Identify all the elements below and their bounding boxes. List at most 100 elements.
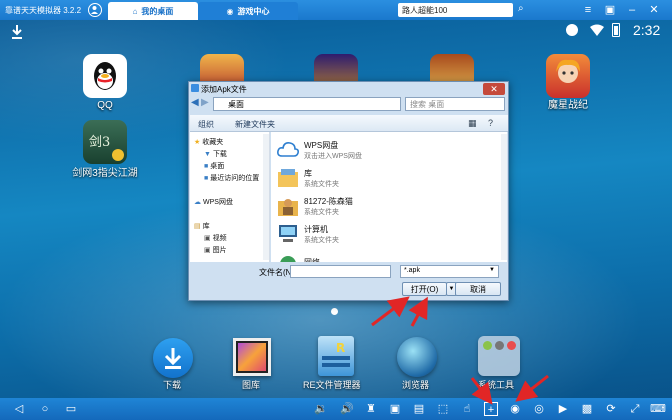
re-file-manager-label: RE文件管理器 bbox=[303, 380, 361, 390]
add-apk-icon[interactable]: + bbox=[484, 402, 498, 416]
nav-favorites[interactable]: ★ 收藏夹 bbox=[194, 136, 269, 148]
browser-app-label: 浏览器 bbox=[402, 380, 430, 390]
re-file-manager-icon[interactable]: R bbox=[318, 336, 354, 376]
close-icon[interactable]: ✕ bbox=[646, 3, 662, 17]
open-button[interactable]: 打开(O) bbox=[402, 282, 447, 296]
cancel-button[interactable]: 取消 bbox=[455, 282, 501, 296]
filetype-value: *.apk bbox=[404, 267, 420, 274]
search-input[interactable]: 路人超能100 bbox=[398, 3, 513, 17]
status-time: 2:32 bbox=[633, 22, 661, 38]
svg-text:剑3: 剑3 bbox=[89, 134, 110, 150]
screenshot-icon[interactable]: ▣ bbox=[388, 402, 402, 416]
video-icon: ▣ bbox=[204, 235, 211, 242]
location-icon[interactable]: ◉ bbox=[508, 402, 522, 416]
filetype-select[interactable]: *.apk ▼ bbox=[400, 265, 499, 278]
skin-icon[interactable]: ▣ bbox=[602, 3, 618, 17]
file-list: WPS网盘 双击进入WPS网盘 库系统文件夹 81272-陈森猫 系统文件夹 计算机… bbox=[271, 132, 507, 262]
recent-folder-icon: ■ bbox=[204, 174, 209, 182]
tab-game-center-label: 游戏中心 bbox=[237, 6, 270, 16]
new-folder-button[interactable]: 新建文件夹 bbox=[235, 119, 275, 130]
title-bar: 靠谱天天模拟器 3.2.2 ⌂ 我的桌面 ◉ 游戏中心 路人超能100 ⌕ ≡ … bbox=[0, 0, 672, 20]
menu-icon[interactable]: ≡ bbox=[580, 3, 596, 17]
view-icon[interactable]: ▦ bbox=[468, 118, 477, 129]
qq-app-icon[interactable] bbox=[83, 54, 127, 98]
tab-game-center[interactable]: ◉ 游戏中心 bbox=[198, 2, 298, 20]
home-icon[interactable]: ○ bbox=[38, 402, 52, 416]
wifi-icon bbox=[590, 24, 604, 36]
tab-my-desktop-label: 我的桌面 bbox=[141, 6, 174, 16]
list-item[interactable]: 库系统文件夹 bbox=[277, 164, 477, 192]
nav-downloads[interactable]: ▼ 下载 bbox=[204, 148, 269, 160]
rotate-icon[interactable]: ⟳ bbox=[604, 402, 618, 416]
nav-pictures[interactable]: ▣ 图片 bbox=[204, 244, 269, 256]
qq-app-label: QQ bbox=[97, 100, 113, 111]
filename-input[interactable] bbox=[290, 265, 391, 278]
network-icon bbox=[280, 256, 296, 262]
chevron-down-icon: ▼ bbox=[489, 267, 495, 273]
shake-icon[interactable]: ▩ bbox=[580, 402, 594, 416]
help-icon[interactable]: ? bbox=[488, 118, 493, 128]
app-title: 靠谱天天模拟器 3.2.2 bbox=[5, 6, 82, 15]
system-tools-folder-icon[interactable] bbox=[478, 336, 520, 376]
nav-recent[interactable]: ■ 最近访问的位置 bbox=[204, 172, 269, 184]
dialog-close-button[interactable]: ✕ bbox=[483, 83, 505, 95]
address-bar[interactable]: 桌面 bbox=[213, 97, 401, 111]
volume-up-icon[interactable]: 🔊 bbox=[340, 402, 354, 416]
star-icon: ★ bbox=[194, 139, 201, 146]
moxing-app-label: 魔星战纪 bbox=[548, 100, 588, 111]
keyboard-icon[interactable]: ⌨ bbox=[650, 402, 666, 416]
system-tools-label: 系统工具 bbox=[478, 380, 515, 390]
search-icon[interactable]: ⌕ bbox=[518, 3, 524, 14]
back-icon[interactable]: ◁ bbox=[12, 402, 26, 416]
dialog-search-input[interactable]: 搜索 桌面 bbox=[405, 97, 505, 111]
library-folder-icon bbox=[278, 169, 298, 187]
page-indicator-dot[interactable] bbox=[331, 308, 338, 315]
nav-scrollbar[interactable] bbox=[263, 134, 269, 260]
touch-icon[interactable]: ☝ bbox=[460, 402, 474, 416]
moxing-app-icon[interactable] bbox=[546, 54, 590, 98]
dialog-title: 添加Apk文件 bbox=[201, 85, 247, 94]
minimize-icon[interactable]: – bbox=[624, 3, 640, 17]
list-scrollbar[interactable] bbox=[501, 134, 507, 260]
nav-videos[interactable]: ▣ 视频 bbox=[204, 232, 269, 244]
tab-my-desktop[interactable]: ⌂ 我的桌面 bbox=[108, 2, 198, 20]
gallery-app-icon[interactable] bbox=[233, 338, 271, 376]
navigation-pane: ★ 收藏夹 ▼ 下载 ■ 桌面 ■ 最近访问的位置 ☁ WPS网盘 ▤ 库 ▣ 视频 ▣ 图片 bbox=[190, 132, 270, 262]
gallery-app-label: 图库 bbox=[242, 380, 261, 390]
record-icon[interactable]: ▶ bbox=[556, 402, 570, 416]
list-item[interactable]: 81272-陈森猫 系统文件夹 bbox=[277, 192, 477, 220]
list-item[interactable]: 网络 bbox=[277, 248, 477, 262]
volume-down-icon[interactable]: 🔉 bbox=[314, 402, 328, 416]
virtual-key-icon[interactable]: ♜ bbox=[364, 402, 378, 416]
organize-button[interactable]: 组织 bbox=[198, 119, 214, 130]
battery-icon bbox=[612, 23, 620, 37]
nav-library[interactable]: ▤ 库 bbox=[194, 220, 269, 232]
desktop-tab-icon: ⌂ bbox=[132, 6, 138, 16]
add-apk-dialog: 添加Apk文件 ✕ ◀ ▶ 桌面 搜索 桌面 组织 新建文件夹 ▦ ? ★ 收藏夹… bbox=[188, 81, 509, 301]
address-path: 桌面 bbox=[228, 100, 244, 109]
camera-icon[interactable]: ◎ bbox=[532, 402, 546, 416]
nav-desktop[interactable]: ■ 桌面 bbox=[204, 160, 269, 172]
forward-arrow-icon[interactable]: ▶ bbox=[201, 97, 211, 109]
list-item[interactable]: WPS网盘 双击进入WPS网盘 bbox=[277, 136, 477, 164]
share-icon[interactable]: ⬚ bbox=[436, 402, 450, 416]
files-icon[interactable]: ▤ bbox=[412, 402, 426, 416]
download-app-icon[interactable] bbox=[153, 338, 193, 378]
browser-app-icon[interactable] bbox=[397, 337, 437, 377]
list-item[interactable]: 计算机 系统文件夹 bbox=[277, 220, 477, 248]
library-icon: ▤ bbox=[194, 223, 201, 230]
recent-apps-icon[interactable]: ▭ bbox=[64, 402, 78, 416]
dialog-app-icon bbox=[191, 84, 199, 92]
computer-icon bbox=[279, 225, 297, 242]
jx3-app-icon[interactable]: 剑3 bbox=[83, 120, 127, 164]
nav-wps-cloud[interactable]: ☁ WPS网盘 bbox=[194, 196, 269, 208]
picture-icon: ▣ bbox=[204, 247, 211, 254]
back-arrow-icon[interactable]: ◀ bbox=[191, 97, 201, 109]
status-dot-icon bbox=[566, 24, 578, 36]
fullscreen-icon[interactable]: ⤢ bbox=[628, 402, 642, 416]
download-app-label: 下载 bbox=[163, 380, 182, 390]
svg-text:R: R bbox=[336, 341, 345, 355]
jx3-app-label: 剑网3指尖江湖 bbox=[72, 168, 138, 179]
user-icon[interactable] bbox=[88, 3, 102, 17]
cloud-icon bbox=[277, 142, 299, 157]
